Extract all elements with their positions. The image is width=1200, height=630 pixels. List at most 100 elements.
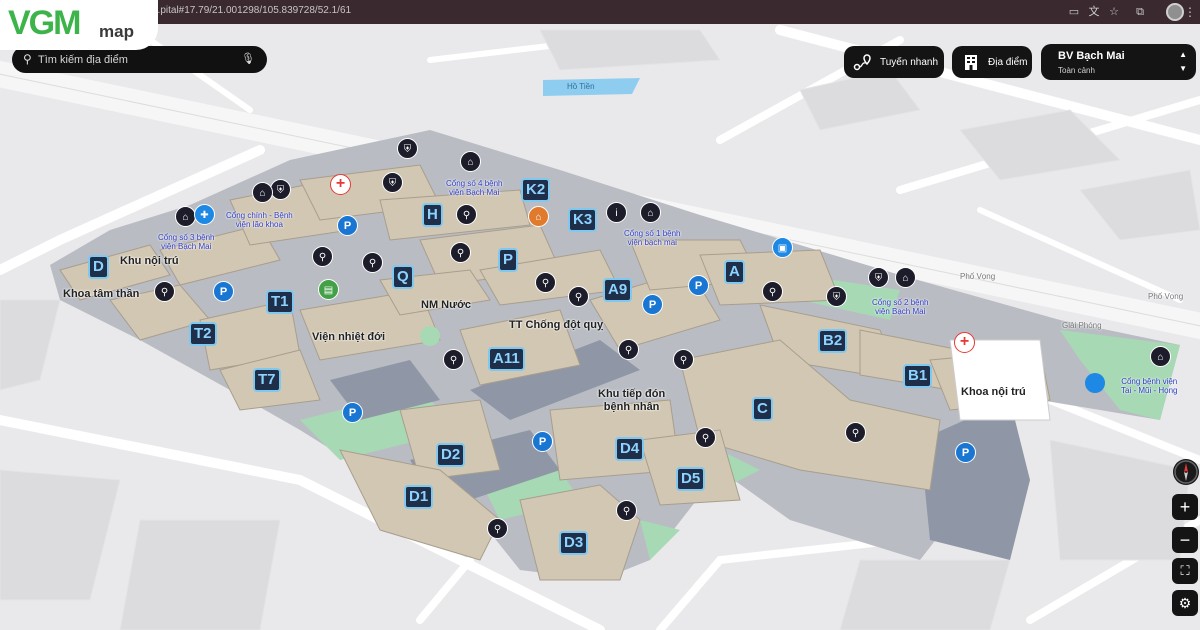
pharmacy-icon[interactable]: ✚ — [194, 204, 215, 225]
stairs-icon[interactable]: ⚲ — [456, 204, 477, 225]
fullscreen-button[interactable]: ⛶ — [1172, 558, 1198, 584]
building-D1[interactable]: D1 — [404, 485, 434, 509]
stairs-icon[interactable]: ⚲ — [362, 252, 383, 273]
zoom-out-button[interactable]: − — [1172, 527, 1198, 553]
menu-dots-icon[interactable]: ⋮ — [1184, 3, 1196, 21]
parking-pin[interactable]: P — [342, 402, 363, 423]
vgm-map-logo[interactable]: VGM map — [0, 0, 158, 50]
profile-avatar[interactable] — [1166, 3, 1184, 21]
arrow-up-icon[interactable]: ▲ — [1179, 50, 1187, 59]
building-Q[interactable]: Q — [392, 265, 414, 289]
building-D2[interactable]: D2 — [436, 443, 466, 467]
stairs-icon[interactable]: ⚲ — [618, 339, 639, 360]
stairs-icon[interactable]: ⚲ — [312, 246, 333, 267]
building-D3[interactable]: D3 — [559, 531, 589, 555]
area-label-khu-noi-tru[interactable]: Khu nội trú — [120, 255, 179, 267]
places-button[interactable]: Địa điểm — [952, 46, 1032, 78]
settings-button[interactable]: ⚙ — [1172, 590, 1198, 616]
building-D5[interactable]: D5 — [676, 467, 706, 491]
stairs-icon[interactable]: ⚲ — [154, 281, 175, 302]
hospital-pin[interactable]: + — [330, 174, 351, 195]
parking-pin[interactable]: P — [337, 215, 358, 236]
building-K2[interactable]: K2 — [521, 178, 551, 202]
translate-icon[interactable]: 文 — [1086, 4, 1102, 20]
address-bar[interactable]: ...pital#17.79/21.001298/105.839728/52.1… — [152, 5, 351, 16]
bookmark-star-icon[interactable]: ☆ — [1106, 4, 1122, 20]
extensions-icon[interactable]: ⧉ — [1132, 4, 1148, 20]
fullscreen-icon: ⛶ — [1180, 563, 1190, 578]
search-input[interactable] — [38, 50, 243, 69]
parking-pin[interactable]: P — [688, 275, 709, 296]
stairs-icon[interactable]: ⚲ — [673, 349, 694, 370]
pharmacy-icon[interactable]: ▤ — [318, 279, 339, 300]
gate-icon[interactable]: ⌂ — [175, 206, 196, 227]
stairs-icon[interactable]: ⚲ — [443, 349, 464, 370]
info-icon[interactable]: i — [606, 202, 627, 223]
places-button-label: Địa điểm — [988, 56, 1028, 68]
building-A11[interactable]: A11 — [488, 347, 525, 371]
stairs-icon[interactable]: ⚲ — [845, 422, 866, 443]
gate-label-cong-1[interactable]: Cổng số 1 bệnh viện bạch mai — [624, 229, 681, 247]
area-label-khu-tiep-don[interactable]: Khu tiếp đón bệnh nhân — [598, 388, 665, 414]
hospital-pin[interactable]: + — [954, 332, 975, 353]
building-D4[interactable]: D4 — [615, 437, 645, 461]
security-icon[interactable]: ⛨ — [382, 172, 403, 193]
gate-label-cong-2[interactable]: Cổng số 2 bệnh viện Bạch Mai — [872, 298, 929, 316]
parking-pin[interactable]: P — [642, 294, 663, 315]
microphone-icon[interactable]: 🎙︎ — [241, 52, 255, 65]
parking-pin[interactable]: P — [213, 281, 234, 302]
building-P[interactable]: P — [498, 248, 519, 272]
security-icon[interactable]: ⛨ — [868, 267, 889, 288]
building-D[interactable]: D — [88, 255, 109, 279]
building-T2[interactable]: T2 — [189, 322, 217, 346]
place-selector[interactable]: BV Bạch Mai Toàn cảnh ▲ ▼ — [1041, 44, 1196, 80]
stairs-icon[interactable]: ⚲ — [450, 242, 471, 263]
building-K3[interactable]: K3 — [568, 208, 598, 232]
bus-stop-icon[interactable]: ▣ — [772, 237, 793, 258]
gate-icon[interactable]: ⌂ — [1150, 346, 1171, 367]
cast-icon[interactable]: ▭ — [1066, 4, 1082, 20]
building-T1[interactable]: T1 — [266, 290, 294, 314]
area-label-khoa-tam-than[interactable]: Khoa tâm thần — [63, 288, 139, 300]
stairs-icon[interactable]: ⚲ — [762, 281, 783, 302]
gate-icon[interactable]: ⌂ — [640, 202, 661, 223]
gate-label-cong-tmh[interactable]: Cổng bệnh viện Tai - Mũi - Họng — [1121, 377, 1177, 395]
gate-label-cong-4[interactable]: Cổng số 4 bệnh viện Bạch Mai — [446, 179, 503, 197]
zoom-in-button[interactable]: + — [1172, 494, 1198, 520]
building-A[interactable]: A — [724, 260, 745, 284]
gate-icon[interactable]: ⌂ — [460, 151, 481, 172]
building-C[interactable]: C — [752, 397, 773, 421]
stairs-icon[interactable]: ⚲ — [568, 286, 589, 307]
building-B2[interactable]: B2 — [818, 329, 848, 353]
security-icon[interactable]: ⛨ — [270, 179, 291, 200]
gate-label-cong-3[interactable]: Cổng số 3 bệnh viện Bạch Mai — [158, 233, 215, 251]
browser-toolbar: ...pital#17.79/21.001298/105.839728/52.1… — [0, 0, 1200, 24]
compass-control[interactable] — [1173, 459, 1199, 485]
area-label-tt-chong-dot-quy[interactable]: TT Chống đột quỵ — [509, 319, 603, 331]
area-label-nm-nuoc[interactable]: NM Nước — [421, 299, 471, 311]
area-label-khoa-noi-tru[interactable]: Khoa nội trú — [961, 386, 1026, 398]
search-bar[interactable]: ⚲ 🎙︎ — [12, 46, 267, 73]
stairs-icon[interactable]: ⚲ — [535, 272, 556, 293]
route-button[interactable]: Tuyến nhanh — [844, 46, 944, 78]
security-icon[interactable]: ⛨ — [826, 286, 847, 307]
building-facility-icon[interactable]: ⌂ — [528, 206, 549, 227]
building-H[interactable]: H — [422, 203, 443, 227]
building-B1[interactable]: B1 — [903, 364, 933, 388]
gate-icon[interactable]: ⌂ — [895, 267, 916, 288]
stairs-icon[interactable]: ⚲ — [487, 518, 508, 539]
logo-subtitle: map — [99, 22, 134, 41]
gate-icon[interactable]: ⌂ — [252, 182, 273, 203]
route-icon — [852, 51, 874, 73]
gate-label-cong-chinh[interactable]: Cổng chính - Bệnh viện lão khoa — [226, 211, 293, 229]
building-A9[interactable]: A9 — [603, 278, 633, 302]
building-T7[interactable]: T7 — [253, 368, 281, 392]
security-icon[interactable]: ⛨ — [397, 138, 418, 159]
area-label-vien-nhiet-doi[interactable]: Viện nhiệt đới — [312, 331, 385, 343]
stairs-icon[interactable]: ⚲ — [695, 427, 716, 448]
arrow-down-icon[interactable]: ▼ — [1179, 64, 1187, 73]
parking-pin[interactable]: P — [955, 442, 976, 463]
stairs-icon[interactable]: ⚲ — [616, 500, 637, 521]
map-canvas[interactable]: Hồ Tiền Phố Vọng Phố Vọng Giải Phóng Khu… — [0, 24, 1200, 630]
parking-pin[interactable]: P — [532, 431, 553, 452]
